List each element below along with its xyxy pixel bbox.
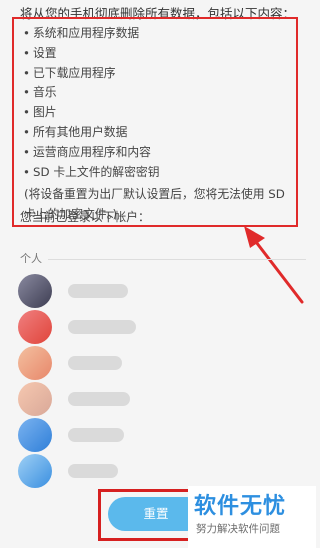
account-avatar xyxy=(18,418,52,452)
account-row xyxy=(18,454,308,488)
account-row xyxy=(18,310,308,344)
account-row xyxy=(18,418,308,452)
account-avatar xyxy=(18,310,52,344)
watermark-logo: 软件无忧 努力解决软件问题 xyxy=(188,486,316,548)
account-avatar xyxy=(18,454,52,488)
watermark-brand: 软件无忧 xyxy=(194,488,286,520)
divider xyxy=(48,259,306,260)
watermark-slogan: 努力解决软件问题 xyxy=(196,521,280,536)
account-avatar xyxy=(18,346,52,380)
account-name-blurred xyxy=(68,284,128,298)
account-avatar xyxy=(18,382,52,416)
red-highlight-box xyxy=(98,489,198,541)
section-header-personal: 个人 xyxy=(20,250,42,266)
account-avatar xyxy=(18,274,52,308)
account-row xyxy=(18,274,308,308)
account-name-blurred xyxy=(68,428,124,442)
account-row xyxy=(18,346,308,380)
account-name-blurred xyxy=(68,320,136,334)
account-row xyxy=(18,382,308,416)
account-name-blurred xyxy=(68,356,122,370)
account-name-blurred xyxy=(68,464,118,478)
account-name-blurred xyxy=(68,392,130,406)
logged-in-label: 您当前已登录以下帐户： xyxy=(20,208,150,225)
